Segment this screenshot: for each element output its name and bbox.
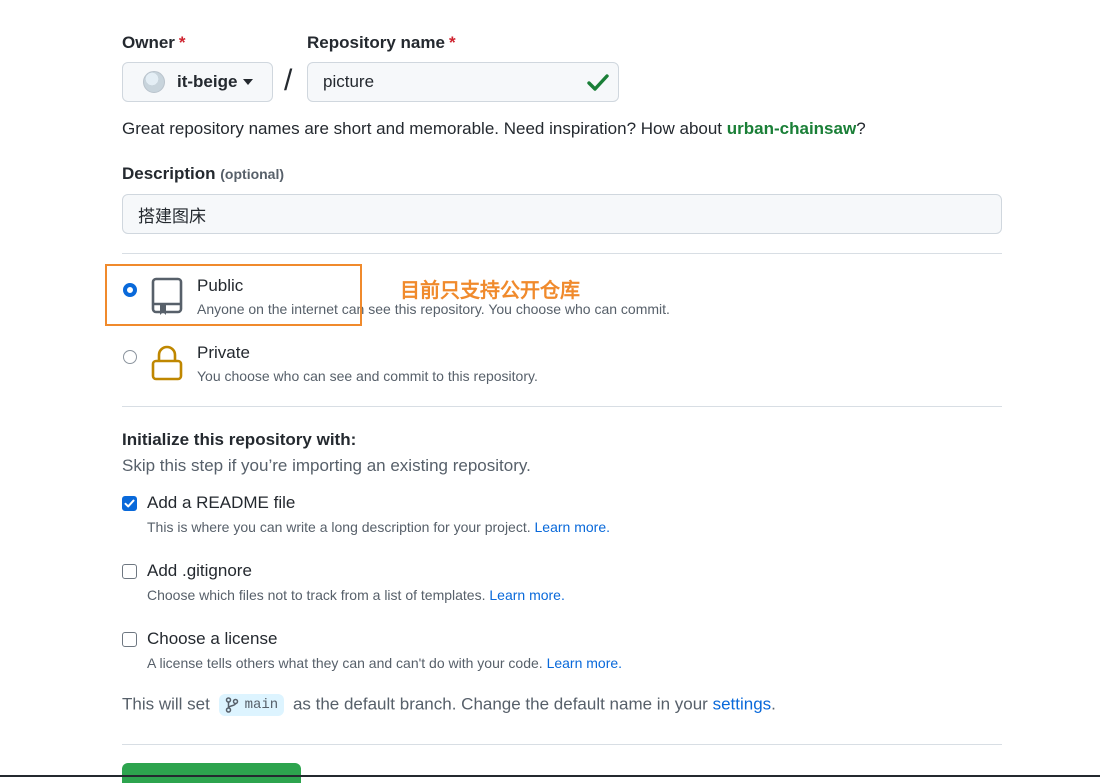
gitignore-title: Add .gitignore xyxy=(147,561,252,580)
default-branch-note: This will set main as the default branch… xyxy=(122,694,776,716)
description-value: 搭建图床 xyxy=(138,206,206,226)
private-description: You choose who can see and commit to thi… xyxy=(197,368,538,384)
branch-name: main xyxy=(244,697,279,713)
initialize-subheading: Skip this step if you’re importing an ex… xyxy=(122,456,531,475)
git-branch-icon xyxy=(225,697,238,713)
license-learn-more-link[interactable]: Learn more. xyxy=(547,655,622,671)
repository-name-value: picture xyxy=(323,72,375,91)
divider xyxy=(122,406,1002,407)
readme-description: This is where you can write a long descr… xyxy=(147,519,610,535)
owner-dropdown[interactable]: it-beige xyxy=(122,62,273,102)
divider xyxy=(122,253,1002,254)
description-input[interactable]: 搭建图床 xyxy=(122,194,1002,234)
repository-name-input[interactable]: picture xyxy=(307,62,619,102)
readme-learn-more-link[interactable]: Learn more. xyxy=(535,519,610,535)
owner-name: it-beige xyxy=(177,72,238,91)
repo-name-hint: Great repository names are short and mem… xyxy=(122,119,866,138)
readme-checkbox[interactable] xyxy=(122,496,137,511)
caret-down-icon xyxy=(243,79,254,85)
name-suggestion-link[interactable]: urban-chainsaw xyxy=(727,119,856,138)
initialize-heading: Initialize this repository with: xyxy=(122,430,357,449)
license-description: A license tells others what they can and… xyxy=(147,655,623,671)
annotation-text: 目前只支持公开仓库 xyxy=(400,280,580,302)
gitignore-learn-more-link[interactable]: Learn more. xyxy=(489,587,564,603)
private-radio[interactable] xyxy=(123,350,137,364)
lock-icon xyxy=(151,345,183,381)
private-title: Private xyxy=(197,343,250,362)
avatar xyxy=(143,71,165,93)
owner-label: Owner * xyxy=(122,33,186,52)
gitignore-description: Choose which files not to track from a l… xyxy=(147,587,565,603)
license-checkbox[interactable] xyxy=(122,632,137,647)
owner-repo-separator: / xyxy=(284,64,293,97)
readme-title: Add a README file xyxy=(147,493,296,512)
branch-chip: main xyxy=(218,694,285,716)
annotation-highlight-box xyxy=(105,264,362,326)
repo-required-mark: * xyxy=(448,33,456,52)
create-repository-button[interactable] xyxy=(122,763,301,783)
check-icon xyxy=(587,74,609,91)
description-label: Description (optional) xyxy=(122,164,285,183)
owner-required-mark: * xyxy=(178,33,186,52)
settings-link[interactable]: settings xyxy=(713,694,772,713)
license-title: Choose a license xyxy=(147,629,278,648)
divider xyxy=(122,744,1002,745)
repository-name-label: Repository name * xyxy=(307,33,456,52)
optional-tag: (optional) xyxy=(220,166,285,182)
check-mark-icon xyxy=(124,499,135,508)
gitignore-checkbox[interactable] xyxy=(122,564,137,579)
